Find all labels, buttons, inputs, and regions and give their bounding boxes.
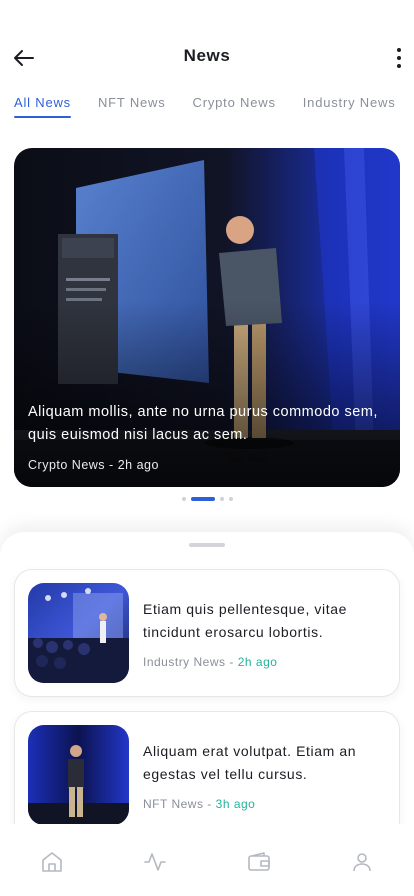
news-thumbnail-image (28, 725, 129, 825)
news-thumbnail (28, 583, 129, 683)
meta-separator: - (109, 458, 114, 472)
carousel-dot-active[interactable] (190, 497, 215, 501)
meta-separator: - (229, 655, 234, 669)
featured-news-card[interactable]: Aliquam mollis, ante no urna purus commo… (14, 148, 400, 487)
tab-industry-news[interactable]: Industry News (303, 95, 396, 119)
featured-news-meta: Crypto News - 2h ago (28, 458, 159, 472)
home-icon (41, 852, 62, 872)
news-time: 3h ago (215, 797, 256, 811)
nav-activity-button[interactable] (135, 848, 175, 876)
sheet-drag-handle[interactable] (189, 543, 225, 547)
featured-news-time: 2h ago (117, 458, 159, 472)
tab-all-news[interactable]: All News (14, 95, 71, 119)
carousel-dot[interactable] (181, 497, 186, 501)
nav-wallet-button[interactable] (239, 848, 279, 876)
news-time: 2h ago (237, 655, 278, 669)
activity-icon (144, 853, 167, 871)
carousel-dot[interactable] (228, 497, 233, 501)
meta-separator: - (207, 797, 212, 811)
tab-nft-news[interactable]: NFT News (98, 95, 166, 119)
news-category: Industry News (143, 655, 226, 669)
featured-news-title: Aliquam mollis, ante no urna purus commo… (28, 404, 378, 443)
news-list-item[interactable]: Etiam quis pellentesque, vitae tincidunt… (14, 569, 400, 697)
news-meta: NFT News - 3h ago (143, 797, 255, 811)
more-vertical-icon (397, 48, 401, 52)
carousel-dot[interactable] (219, 497, 224, 501)
wallet-icon (247, 852, 270, 871)
news-thumbnail (28, 725, 129, 825)
nav-home-button[interactable] (32, 848, 72, 876)
top-bar: News (0, 0, 414, 90)
category-tabs: All News NFT News Crypto News Industry N… (14, 95, 414, 125)
nav-profile-button[interactable] (342, 848, 382, 876)
featured-news-category: Crypto News (28, 458, 106, 472)
news-meta: Industry News - 2h ago (143, 655, 277, 669)
bottom-navigation (0, 824, 414, 896)
page-title: News (183, 46, 231, 65)
tab-crypto-news[interactable]: Crypto News (193, 95, 276, 119)
carousel-indicator (0, 497, 414, 501)
news-thumbnail-image (28, 583, 129, 683)
news-title: Aliquam erat volutpat. Etiam an egestas … (143, 743, 357, 782)
news-title: Etiam quis pellentesque, vitae tincidunt… (143, 601, 347, 640)
user-icon (353, 853, 372, 872)
news-category: NFT News (143, 797, 204, 811)
news-list-item[interactable]: Aliquam erat volutpat. Etiam an egestas … (14, 711, 400, 839)
more-options-button[interactable] (392, 44, 406, 72)
